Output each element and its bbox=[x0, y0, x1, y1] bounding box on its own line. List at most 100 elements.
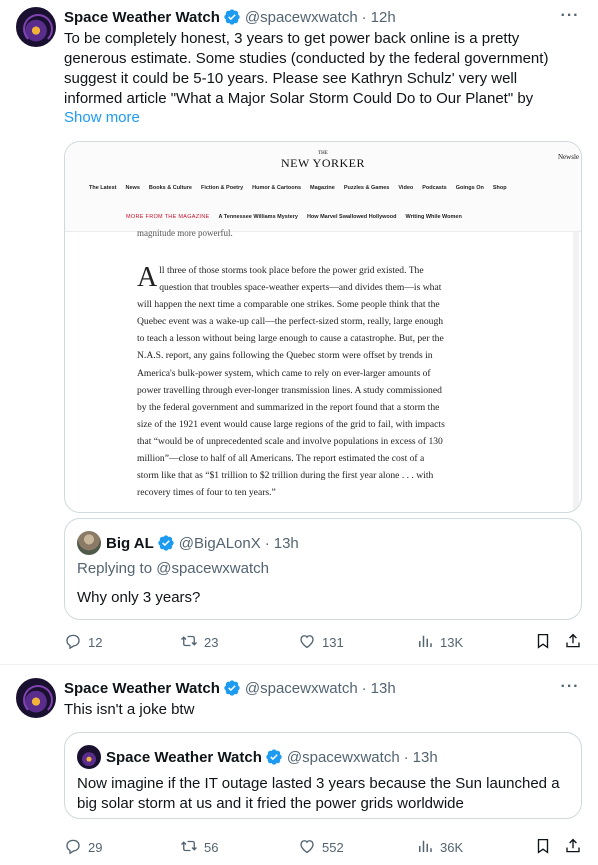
quoted-timestamp: 13h bbox=[273, 534, 299, 552]
tweet-2[interactable]: Space Weather Watch @spacewxwatch · 13h … bbox=[0, 665, 598, 865]
quoted-tweet-text: Now imagine if the IT outage lasted 3 ye… bbox=[77, 774, 571, 814]
newyorker-logo: NEW YORKER bbox=[281, 156, 365, 170]
reply-count: 29 bbox=[88, 839, 103, 855]
views-button[interactable]: 36K bbox=[416, 837, 463, 855]
article-line: million”—close to half of all Americans.… bbox=[137, 453, 425, 465]
separator: · bbox=[361, 8, 367, 26]
article-line: will happen the next time a comparable o… bbox=[137, 299, 440, 311]
like-count: 552 bbox=[322, 839, 344, 855]
timestamp[interactable]: 12h bbox=[371, 9, 396, 26]
article-line: storm like that as “$1 trillion to $2 tr… bbox=[137, 470, 434, 482]
nav-item: Goings On bbox=[455, 185, 484, 191]
show-more-link[interactable]: Show more bbox=[64, 109, 140, 126]
article-line: that “would be of unprecedented scale an… bbox=[137, 435, 443, 447]
article-cut-line: magnitude more powerful. bbox=[137, 228, 233, 238]
article-line: recovery times of four to ten years.” bbox=[137, 487, 276, 499]
tweet-actions: 29 56 552 36K bbox=[64, 837, 582, 857]
repost-icon bbox=[181, 635, 197, 647]
article-line: America's bulk-power system, which came … bbox=[137, 367, 431, 379]
screenshot-scrollbar bbox=[573, 232, 579, 510]
tweet-text-line: generous estimate. Some studies (conduct… bbox=[64, 50, 549, 67]
magazine-link: How Marvel Swallowed Hollywood bbox=[306, 214, 397, 220]
more-from-magazine-label: MORE FROM THE MAGAZINE bbox=[126, 214, 210, 220]
repost-count: 23 bbox=[204, 634, 219, 650]
article-body: A ll three of those storms took place be… bbox=[137, 262, 503, 501]
article-line: N.A.S. report, any gains following the Q… bbox=[137, 350, 433, 362]
share-icon bbox=[566, 633, 580, 648]
bookmark-button[interactable] bbox=[534, 632, 558, 650]
nav-item: Humor & Cartoons bbox=[252, 185, 302, 191]
more-options-button[interactable]: ··· bbox=[560, 679, 580, 701]
quoted-timestamp: 13h bbox=[412, 748, 438, 766]
magazine-link: Writing While Women bbox=[405, 214, 462, 220]
quoted-text-line: Now imagine if the IT outage lasted 3 ye… bbox=[77, 775, 560, 792]
share-icon bbox=[566, 838, 580, 853]
share-button[interactable] bbox=[564, 837, 588, 855]
separator: · bbox=[403, 748, 409, 766]
bookmark-icon bbox=[537, 838, 549, 854]
replying-to-text: Replying to @spacewxwatch bbox=[77, 560, 269, 577]
article-line: by the federal government and summarized… bbox=[137, 401, 440, 413]
repost-icon bbox=[181, 840, 197, 852]
quoted-tweet[interactable]: Space Weather Watch @spacewxwatch · 13h … bbox=[64, 732, 582, 819]
author-avatar[interactable] bbox=[16, 7, 56, 47]
article-screenshot-image[interactable]: THE NEW YORKER Newsle The Latest News Bo… bbox=[64, 141, 582, 513]
share-button[interactable] bbox=[564, 632, 588, 650]
tweet-actions: 12 23 131 13K bbox=[64, 632, 582, 652]
quoted-tweet-header: Big AL @BigALonX · 13h bbox=[106, 533, 299, 553]
tweet-header: Space Weather Watch @spacewxwatch · 13h bbox=[64, 678, 396, 698]
verified-badge-icon bbox=[266, 749, 282, 765]
nav-item: The Latest bbox=[89, 185, 117, 191]
author-handle[interactable]: @spacewxwatch bbox=[245, 9, 358, 26]
tweet-text-line: informed article "What a Major Solar Sto… bbox=[64, 90, 534, 107]
bookmark-button[interactable] bbox=[534, 837, 558, 855]
quoted-author-handle: @spacewxwatch bbox=[286, 748, 400, 766]
newyorker-nav: The Latest News Books & Culture Fiction … bbox=[89, 185, 507, 191]
like-button[interactable]: 131 bbox=[298, 632, 344, 650]
separator: · bbox=[264, 534, 270, 552]
tweet-text-line: To be completely honest, 3 years to get … bbox=[64, 30, 520, 47]
more-from-magazine-bar: MORE FROM THE MAGAZINE A Tennessee Willi… bbox=[126, 214, 462, 220]
reply-icon bbox=[66, 634, 80, 650]
reply-icon bbox=[66, 839, 80, 855]
drop-cap: A bbox=[137, 262, 158, 293]
heart-icon bbox=[300, 840, 314, 854]
nav-item: News bbox=[125, 185, 140, 191]
reply-button[interactable]: 12 bbox=[64, 632, 102, 650]
like-button[interactable]: 552 bbox=[298, 837, 344, 855]
nav-item: Shop bbox=[492, 185, 507, 191]
nav-item: Puzzles & Games bbox=[343, 185, 390, 191]
author-avatar[interactable] bbox=[16, 678, 56, 718]
views-button[interactable]: 13K bbox=[416, 632, 463, 650]
nav-item: Video bbox=[398, 185, 414, 191]
verified-badge-icon bbox=[158, 535, 174, 551]
author-name[interactable]: Space Weather Watch bbox=[64, 9, 220, 26]
tweet-1[interactable]: Space Weather Watch @spacewxwatch · 12h … bbox=[0, 0, 598, 664]
quoted-text-line: big solar storm at us and it fried the p… bbox=[77, 795, 464, 812]
repost-button[interactable]: 56 bbox=[180, 837, 218, 855]
article-line: to teach a lesson without being large en… bbox=[137, 333, 444, 345]
repost-count: 56 bbox=[204, 839, 219, 855]
nav-item: Podcasts bbox=[422, 185, 447, 191]
tweet-header: Space Weather Watch @spacewxwatch · 12h bbox=[64, 7, 396, 27]
heart-icon bbox=[300, 635, 314, 649]
author-name[interactable]: Space Weather Watch bbox=[64, 680, 220, 697]
magazine-link: A Tennessee Williams Mystery bbox=[218, 214, 298, 220]
view-count: 36K bbox=[440, 839, 464, 855]
timestamp[interactable]: 13h bbox=[371, 680, 396, 697]
article-line: question that troubles space-weather exp… bbox=[159, 282, 442, 294]
article-line: ll three of those storms took place befo… bbox=[159, 265, 424, 276]
quoted-tweet[interactable]: Big AL @BigALonX · 13h Replying to @spac… bbox=[64, 518, 582, 620]
view-count: 13K bbox=[440, 634, 464, 650]
quoted-tweet-header: Space Weather Watch @spacewxwatch · 13h bbox=[106, 747, 438, 767]
newsletter-link: Newsle bbox=[558, 153, 579, 161]
nav-item: Fiction & Poetry bbox=[200, 185, 244, 191]
reply-button[interactable]: 29 bbox=[64, 837, 102, 855]
reply-count: 12 bbox=[88, 634, 103, 650]
more-options-button[interactable]: ··· bbox=[560, 8, 580, 30]
article-line: size of the 1921 event would cause large… bbox=[137, 418, 445, 430]
author-handle[interactable]: @spacewxwatch bbox=[245, 680, 358, 697]
tweet-text: To be completely honest, 3 years to get … bbox=[64, 29, 578, 109]
repost-button[interactable]: 23 bbox=[180, 632, 218, 650]
article-line: power travelling through ever-longer tra… bbox=[137, 384, 442, 396]
